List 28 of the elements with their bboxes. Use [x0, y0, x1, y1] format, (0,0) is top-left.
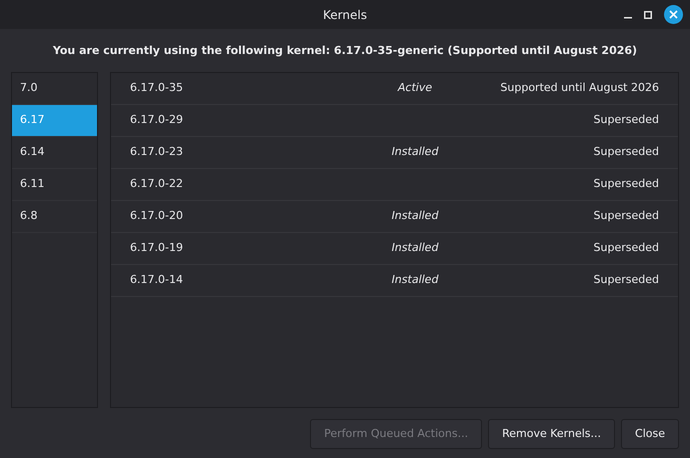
support-status: Superseded	[594, 112, 659, 128]
support-status: Superseded	[594, 240, 659, 256]
kernel-status: Installed	[392, 273, 438, 286]
kernel-name: 6.17.0-29	[130, 112, 184, 128]
kernel-name: 6.17.0-19	[130, 240, 184, 256]
support-status: Supported until August 2026	[500, 80, 659, 96]
current-kernel-text: You are currently using the following kernel: 6.17.0-35-generic (Supported until August 2026)	[52, 43, 638, 59]
kernel-name: 6.17.0-20	[130, 208, 184, 224]
kernel-name: 6.17.0-35	[130, 80, 184, 96]
support-status: Superseded	[594, 272, 659, 288]
dialog-button[interactable]: Remove Kernels...	[488, 419, 616, 449]
dialog-button[interactable]: Close	[621, 419, 679, 449]
version-item[interactable]: 6.11	[12, 169, 97, 201]
support-status: Superseded	[594, 176, 659, 192]
version-item[interactable]: 6.14	[12, 137, 97, 169]
kernel-status: Installed	[392, 145, 438, 158]
maximize-icon[interactable]	[644, 10, 652, 18]
version-item[interactable]: 6.8	[12, 201, 97, 233]
kernel-status: Installed	[392, 209, 438, 222]
support-status: Superseded	[594, 208, 659, 224]
kernel-status: Installed	[392, 241, 438, 254]
kernel-status: Active	[398, 81, 432, 94]
close-icon[interactable]	[664, 5, 683, 24]
support-status: Superseded	[594, 144, 659, 160]
kernel-name: 6.17.0-23	[130, 144, 184, 160]
window-title: Kernels	[323, 6, 367, 24]
kernel-name: 6.17.0-22	[130, 176, 184, 192]
kernel-name: 6.17.0-14	[130, 272, 184, 288]
